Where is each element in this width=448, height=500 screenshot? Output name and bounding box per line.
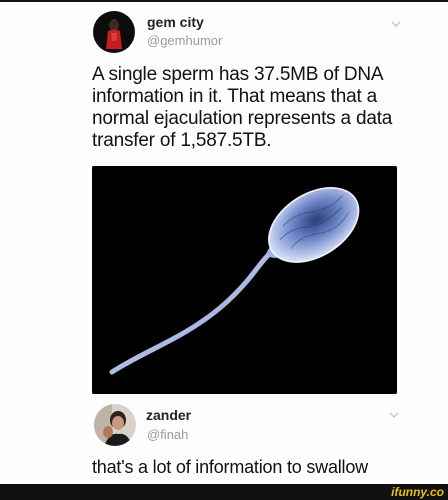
author-handle[interactable]: @gemhumor	[147, 33, 222, 48]
reply-author-name[interactable]: zander	[146, 407, 191, 423]
screenshot-frame: gem city @gemhumor A single sperm has 37…	[0, 0, 448, 500]
tweet-media-image[interactable]	[92, 166, 397, 394]
tweet-text-line: information in it. That means that a	[92, 86, 377, 107]
ifunny-watermark: ifunny.co	[391, 485, 444, 499]
tweet-text: A single sperm has 37.5MB of DNA informa…	[92, 64, 432, 152]
tweet-thread-card: gem city @gemhumor A single sperm has 37…	[0, 2, 448, 484]
bottom-bar	[0, 484, 448, 500]
tweet-text-line: transfer of 1,587.5TB.	[92, 130, 272, 151]
chevron-down-icon[interactable]	[390, 19, 402, 29]
author-name[interactable]: gem city	[147, 14, 204, 30]
reply-chevron-down-icon[interactable]	[388, 410, 400, 420]
tweet-text-line: normal ejaculation represents a data	[92, 108, 393, 129]
author-avatar[interactable]	[93, 11, 135, 53]
reply-author-avatar[interactable]	[94, 404, 136, 446]
tweet-text-line: A single sperm has 37.5MB of DNA	[92, 64, 384, 85]
reply-author-handle[interactable]: @finah	[147, 427, 188, 442]
reply-text: that's a lot of information to swallow	[92, 457, 368, 477]
